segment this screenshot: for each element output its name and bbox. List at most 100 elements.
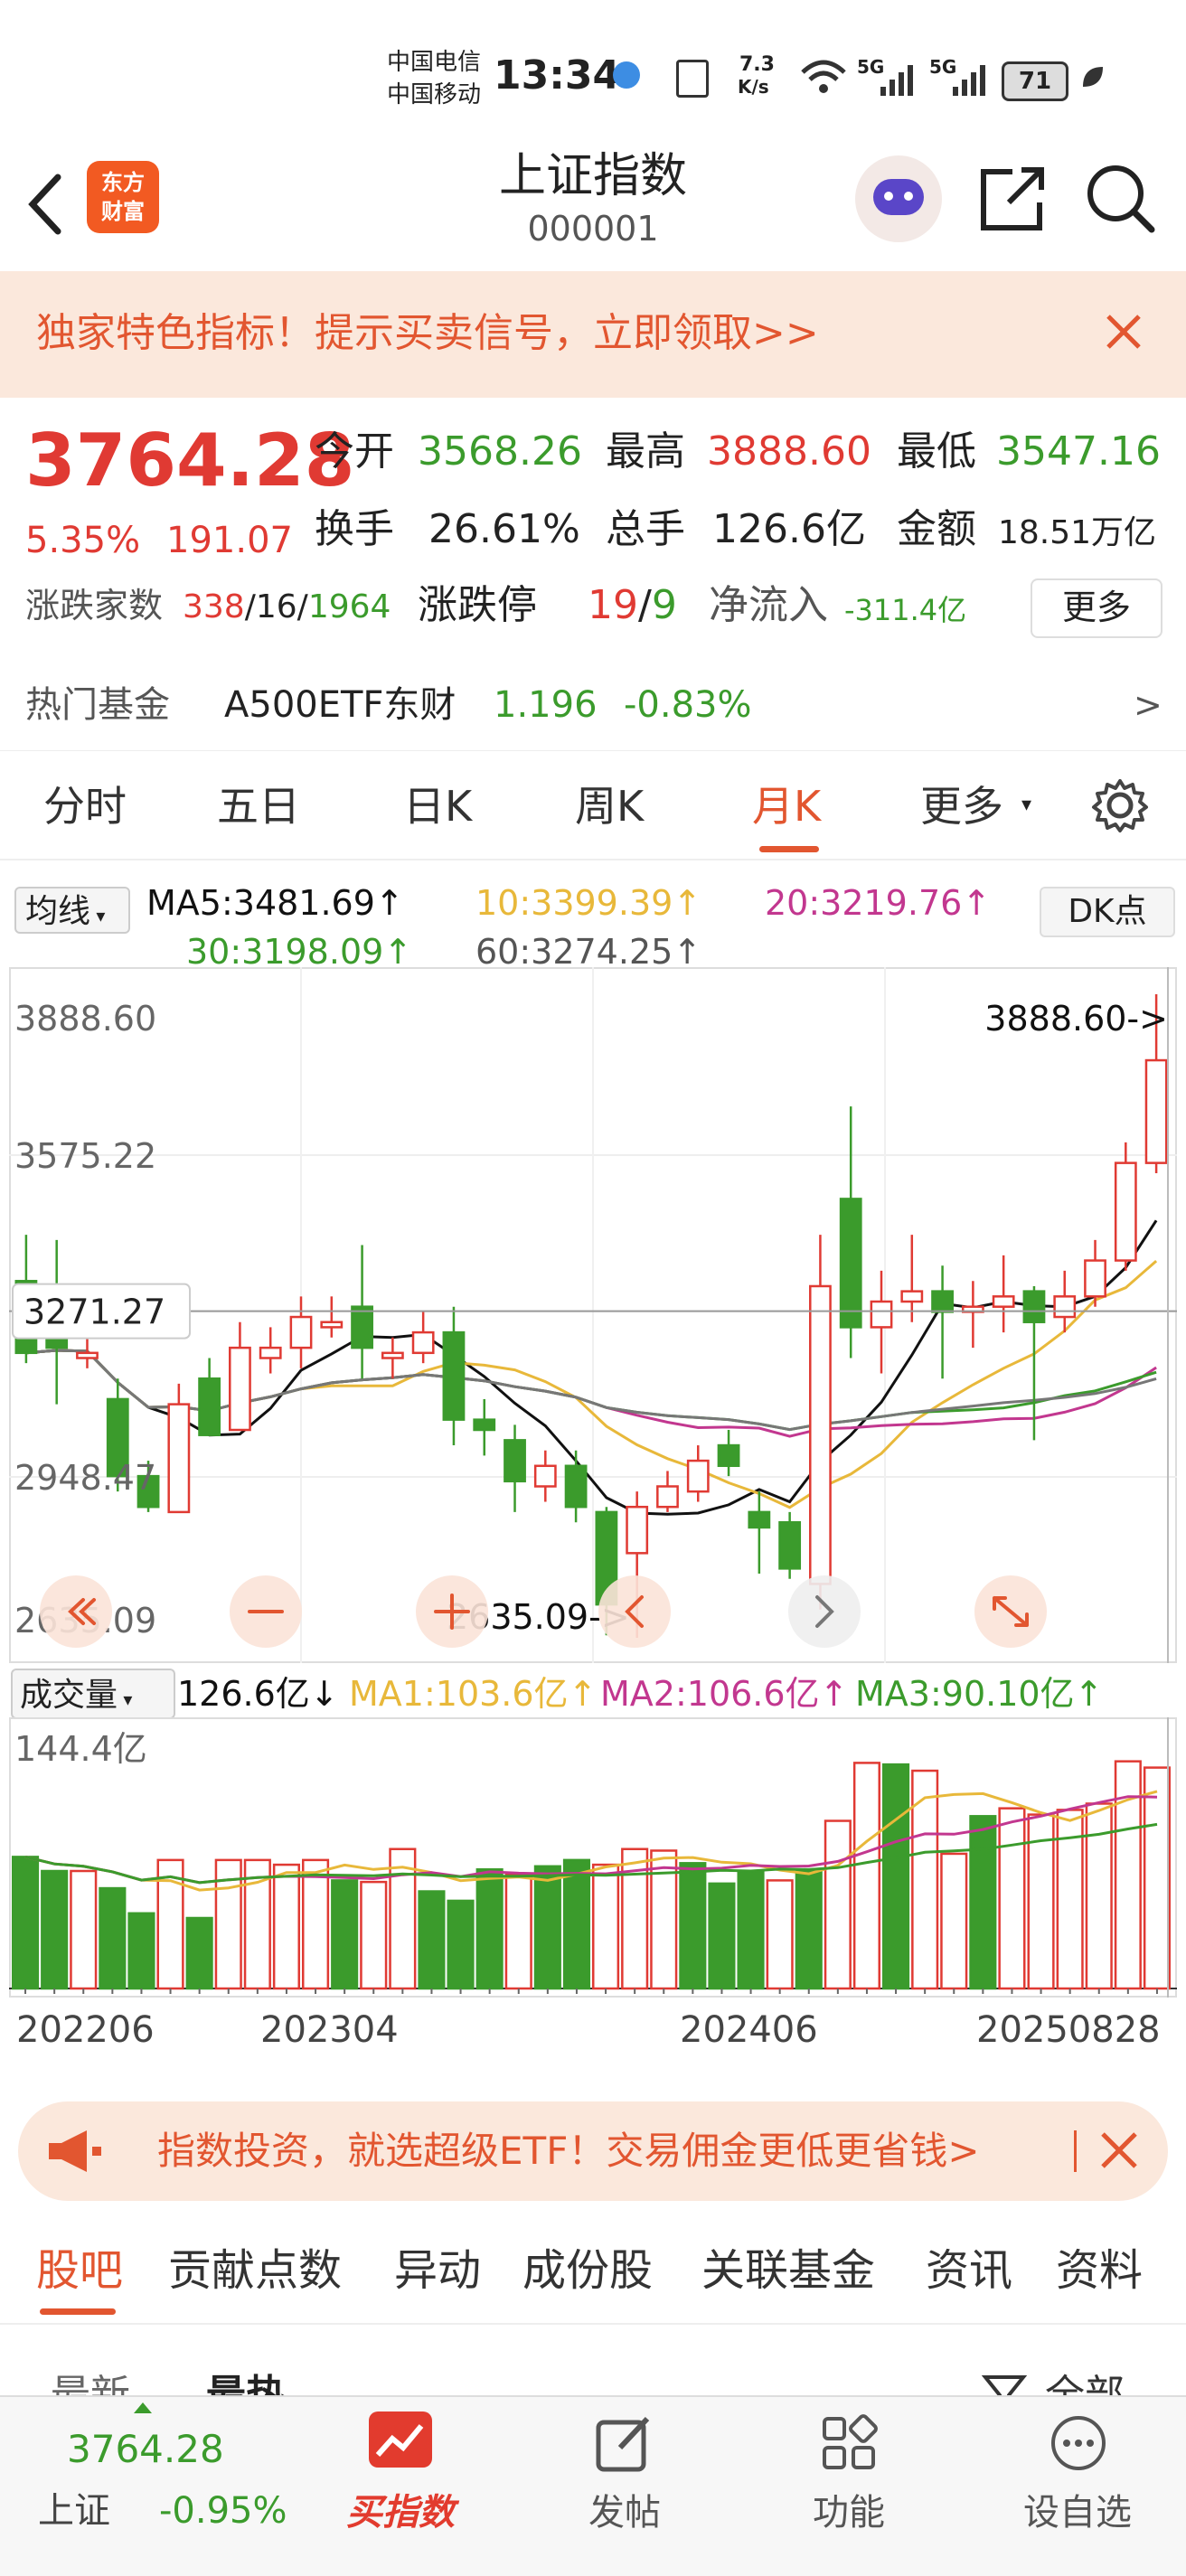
etf-promo-banner[interactable]: 指数投资，就选超级ETF！交易佣金更低更省钱> — [18, 2101, 1168, 2201]
volume-ma1: MA1:103.6亿↑ — [349, 1674, 598, 1714]
volume-bar — [824, 1819, 852, 1990]
volume-bar — [591, 1863, 620, 1990]
candle — [931, 1265, 954, 1379]
share-icon[interactable] — [976, 163, 1049, 239]
tab-section-0[interactable]: 股吧 — [36, 2242, 123, 2299]
filter-icon[interactable] — [981, 2372, 1028, 2395]
tab-kline-4[interactable]: 月K — [752, 777, 821, 835]
more-button[interactable]: 更多 — [1031, 578, 1162, 638]
volume-bar — [881, 1763, 910, 1990]
tab-section-4[interactable]: 关联基金 — [701, 2242, 875, 2299]
more-dots-icon — [1049, 2413, 1108, 2477]
netflow-label: 净流入 — [709, 582, 828, 628]
candle-body — [748, 1510, 771, 1529]
tab-section-2[interactable]: 异动 — [394, 2242, 481, 2299]
fullscreen-icon[interactable] — [974, 1575, 1047, 1648]
volume-bar — [766, 1879, 794, 1990]
ma-line-ma20 — [25, 1349, 1157, 1438]
volume-bar — [447, 1899, 475, 1990]
ma-line-ma60 — [25, 1349, 1157, 1432]
filter-all[interactable]: 全部 — [1045, 2368, 1125, 2395]
step-left-icon[interactable] — [598, 1575, 671, 1648]
volume-bar — [533, 1865, 561, 1990]
candle-body — [1022, 1290, 1046, 1323]
candle-body — [626, 1505, 649, 1555]
close-icon[interactable] — [1099, 2130, 1139, 2174]
candlestick-chart[interactable]: 3888.603575.222948.472635.093271.273888.… — [9, 967, 1177, 1663]
x-label-1: 202206 — [16, 2009, 155, 2051]
tab-kline-3[interactable]: 周K — [575, 777, 644, 835]
dk-point-button[interactable]: DK点 — [1040, 887, 1175, 937]
close-icon[interactable] — [1103, 311, 1144, 356]
candle — [748, 1491, 771, 1575]
candle — [167, 1383, 191, 1514]
candle-body — [656, 1485, 679, 1509]
tab-section-5[interactable]: 资讯 — [926, 2242, 1012, 2299]
active-tab-underline — [759, 846, 819, 852]
settings-gear-icon[interactable] — [1090, 776, 1150, 839]
quote-panel: 3764.28 5.35% 191.07 今开 3568.26 最高 3888.… — [0, 398, 1186, 669]
net-speed-unit: K/s — [738, 76, 769, 98]
battery-icon: 71 — [1002, 61, 1068, 101]
zoom-in-icon[interactable] — [416, 1575, 488, 1648]
candle — [717, 1430, 740, 1477]
add-watchlist-button[interactable]: 设自选 — [1014, 2397, 1141, 2569]
grid-icon — [819, 2413, 879, 2477]
candle-body — [564, 1464, 588, 1509]
change-percent: 5.35% — [25, 520, 141, 561]
assistant-avatar[interactable] — [855, 155, 942, 242]
hot-fund-row[interactable]: 热门基金 A500ETF东财 1.196 -0.83% > — [0, 660, 1186, 751]
ma-selector-dropdown[interactable]: 均线 ▾ — [14, 887, 130, 934]
function-button[interactable]: 功能 — [790, 2397, 908, 2569]
candle — [870, 1270, 893, 1374]
search-icon[interactable] — [1083, 161, 1159, 240]
scroll-left-double-icon[interactable] — [40, 1575, 112, 1648]
limit-up: 19 — [588, 582, 638, 628]
candle-body — [839, 1198, 862, 1329]
y-tick-label: 3575.22 — [14, 1136, 156, 1176]
candle — [198, 1358, 221, 1436]
volume-bar — [852, 1762, 881, 1990]
candle — [533, 1450, 557, 1502]
step-right-icon[interactable] — [788, 1575, 861, 1648]
volume-selector-label: 成交量 — [20, 1677, 118, 1714]
tab-section-6[interactable]: 资料 — [1056, 2242, 1143, 2299]
bottom-action-bar: 3764.28 上证 -0.95% 买指数 发帖 功能 设自选 — [0, 2395, 1186, 2576]
volume-chart[interactable]: 144.4亿 — [9, 1717, 1177, 1998]
low-label: 最低 — [897, 428, 976, 475]
high-value: 3888.60 — [707, 428, 871, 475]
volume-selector-dropdown[interactable]: 成交量 ▾ — [11, 1669, 175, 1719]
volume-current: 126.6亿↓ — [177, 1674, 339, 1714]
sort-hottest[interactable]: 最热 — [206, 2368, 286, 2395]
breadth-flat: 16 — [255, 588, 297, 625]
hot-fund-price: 1.196 — [494, 684, 598, 726]
tab-kline-5[interactable]: 更多 — [920, 777, 1003, 835]
candle-body — [1084, 1259, 1106, 1298]
candle — [809, 1235, 832, 1610]
sort-latest[interactable]: 最新 — [51, 2368, 130, 2395]
tab-kline-1[interactable]: 五日 — [217, 777, 300, 835]
candle-body — [289, 1315, 313, 1349]
ma5-value: MA5:3481.69↑ — [146, 883, 404, 923]
volume-bar — [272, 1863, 301, 1990]
zoom-out-icon[interactable] — [230, 1575, 302, 1648]
amount-label: 金额 — [897, 506, 976, 552]
candle — [381, 1337, 404, 1379]
volume-bar — [331, 1879, 359, 1990]
tab-section-1[interactable]: 贡献点数 — [168, 2242, 342, 2299]
open-label: 今开 — [315, 428, 394, 475]
candle — [229, 1321, 251, 1432]
high-label: 最高 — [606, 428, 685, 475]
tab-kline-0[interactable]: 分时 — [43, 777, 127, 835]
carrier-2: 中国移动 — [387, 81, 482, 108]
promo-banner[interactable]: 独家特色指标！提示买卖信号，立即领取>> — [0, 271, 1186, 398]
status-bar: 中国电信 中国移动 13:34 7.3 K/s 5G 5G 71 — [0, 0, 1186, 154]
tab-section-3[interactable]: 成份股 — [522, 2242, 653, 2299]
tab-kline-2[interactable]: 日K — [403, 777, 472, 835]
ma-legend: 均线 ▾ MA5:3481.69↑ 10:3399.39↑ 20:3219.76… — [0, 863, 1186, 972]
candle-body — [320, 1321, 344, 1329]
buy-index-button[interactable]: 买指数 — [342, 2397, 459, 2569]
candle-body — [717, 1443, 740, 1468]
post-button[interactable]: 发帖 — [566, 2397, 683, 2569]
candle-body — [809, 1284, 832, 1585]
